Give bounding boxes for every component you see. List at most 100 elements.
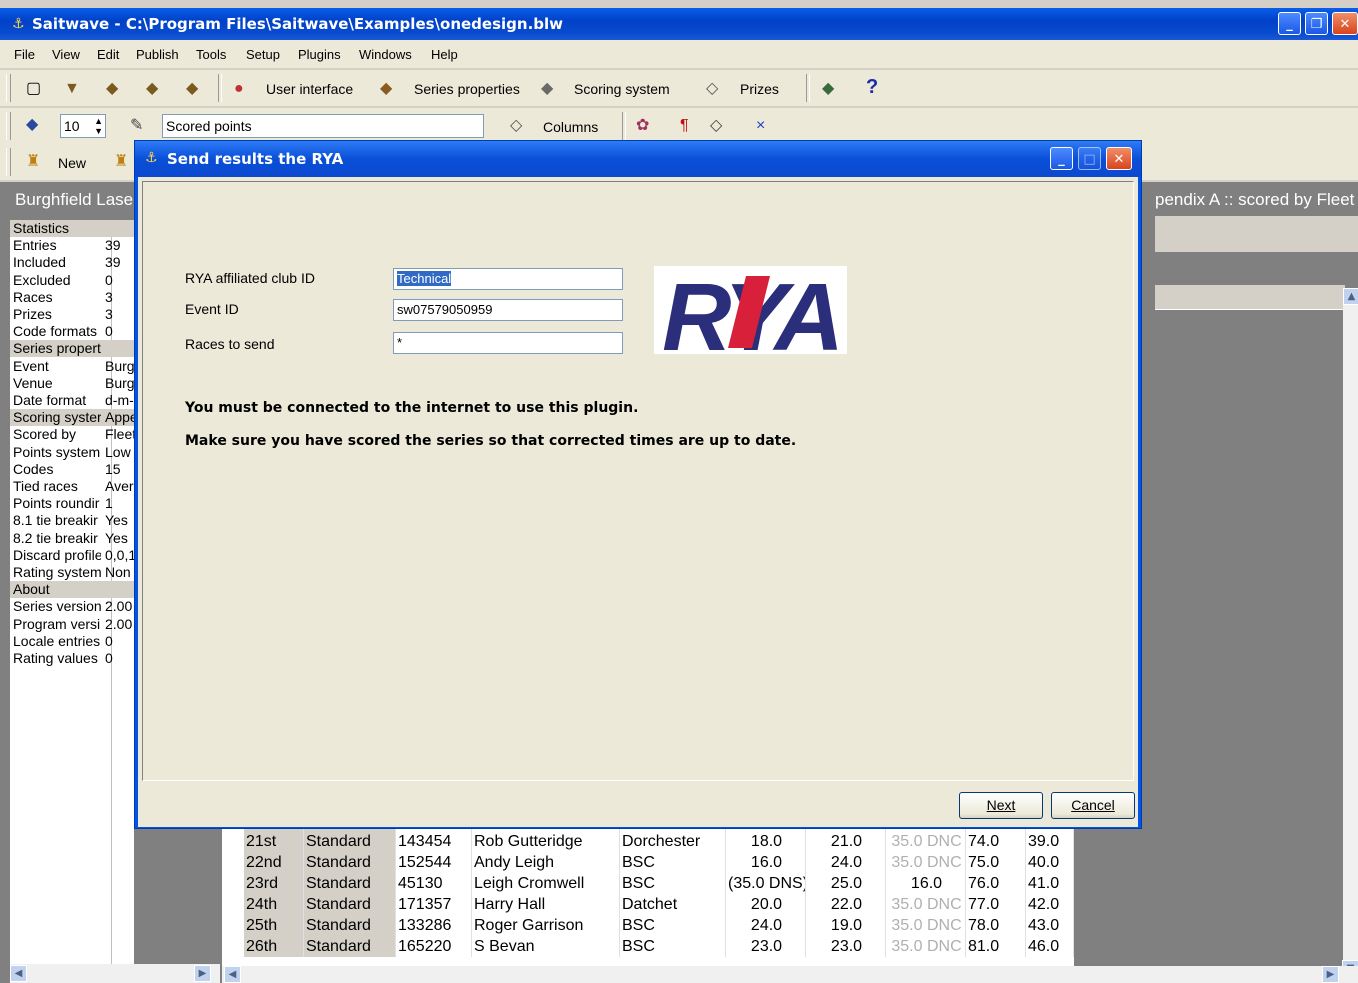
edit-icon[interactable]: ✎ bbox=[130, 116, 143, 136]
new-competitor-button[interactable]: New bbox=[58, 155, 86, 171]
stats-row[interactable]: Date format d-m- bbox=[10, 392, 134, 409]
menu-view[interactable]: View bbox=[52, 47, 80, 62]
competitor-icon[interactable]: ♜ bbox=[114, 152, 128, 172]
stats-row[interactable]: Discard profile 0,0,1 bbox=[10, 547, 134, 564]
series-properties-button[interactable]: Series properties bbox=[414, 81, 520, 97]
stats-group-header[interactable]: Scoring syster Appe bbox=[10, 409, 134, 427]
filter-icon[interactable]: ✿ bbox=[636, 116, 649, 136]
prizes-icon[interactable]: ◇ bbox=[706, 79, 718, 99]
table-row[interactable]: 22nd Standard 152544 Andy Leigh BSC 16.0 24.0 3… bbox=[222, 852, 1074, 873]
table-row[interactable]: 25th Standard 133286 Roger Garrison BSC 24.0 1… bbox=[222, 915, 1074, 936]
races-to-send-input[interactable]: * bbox=[393, 332, 623, 354]
user-interface-button[interactable]: User interface bbox=[266, 81, 353, 97]
prizes-button[interactable]: Prizes bbox=[740, 81, 779, 97]
stats-row[interactable]: Scored by Fleet bbox=[10, 426, 134, 443]
menu-windows[interactable]: Windows bbox=[359, 47, 412, 62]
menu-file[interactable]: File bbox=[14, 47, 35, 62]
stats-value: Burg bbox=[105, 357, 134, 374]
stats-row[interactable]: Venue Burg bbox=[10, 375, 134, 392]
results-vertical-scrollbar[interactable]: ▲ ▼ bbox=[1342, 288, 1358, 978]
user-interface-icon[interactable]: ● bbox=[234, 79, 244, 99]
table-row[interactable]: 21st Standard 143454 Rob Gutteridge Dorchest… bbox=[222, 831, 1074, 852]
menu-setup[interactable]: Setup bbox=[246, 47, 280, 62]
scoring-system-icon[interactable]: ◆ bbox=[541, 79, 553, 99]
series-properties-icon[interactable]: ◆ bbox=[380, 79, 392, 99]
cell-r2: 24.0 bbox=[806, 852, 886, 873]
scroll-left-icon[interactable]: ◀ bbox=[224, 966, 241, 983]
stats-row[interactable]: Points system Low bbox=[10, 444, 134, 461]
stats-row[interactable]: Races 3 bbox=[10, 289, 134, 306]
stats-row[interactable]: Prizes 3 bbox=[10, 306, 134, 323]
scoring-system-button[interactable]: Scoring system bbox=[574, 81, 670, 97]
display-combo[interactable]: Scored points bbox=[162, 114, 484, 138]
scroll-right-icon[interactable]: ▶ bbox=[1322, 966, 1339, 983]
help-icon[interactable]: ? bbox=[866, 77, 878, 97]
table-row[interactable]: 24th Standard 171357 Harry Hall Datchet 20.0 2… bbox=[222, 894, 1074, 915]
stats-row[interactable]: 8.2 tie breakir Yes bbox=[10, 530, 134, 547]
minimize-button[interactable]: _ bbox=[1278, 12, 1301, 35]
next-button[interactable]: Next bbox=[959, 792, 1043, 819]
stats-row[interactable]: Rating values 0 bbox=[10, 650, 134, 667]
dialog-titlebar[interactable]: ⚓ Send results the RYA _ □ ✕ bbox=[135, 141, 1141, 177]
new-series-icon[interactable]: ▢ bbox=[26, 79, 41, 99]
scroll-right-icon[interactable]: ▶ bbox=[194, 965, 211, 982]
scroll-up-icon[interactable]: ▲ bbox=[1343, 288, 1358, 305]
table-row[interactable]: 23rd Standard 45130 Leigh Cromwell BSC (35.0 … bbox=[222, 873, 1074, 894]
save-as-icon[interactable]: ◆ bbox=[146, 79, 158, 99]
stats-row[interactable]: Excluded 0 bbox=[10, 272, 134, 289]
toolbar-grip[interactable] bbox=[6, 148, 11, 176]
table-row[interactable]: 26th Standard 165220 S Bevan BSC 23.0 23.0 35.0… bbox=[222, 936, 1074, 957]
columns-button[interactable]: Columns bbox=[543, 119, 598, 135]
window-titlebar[interactable]: ⚓ Saitwave - C:\Program Files\Saitwave\E… bbox=[0, 8, 1358, 40]
stats-row[interactable]: Codes 15 bbox=[10, 461, 134, 478]
club-id-input[interactable]: Technical bbox=[393, 268, 623, 290]
scroll-left-icon[interactable]: ◀ bbox=[10, 965, 27, 982]
close-button[interactable]: ✕ bbox=[1332, 12, 1358, 35]
spinner-arrows-icon[interactable]: ▲ ▼ bbox=[94, 116, 103, 136]
clear-icon[interactable]: × bbox=[756, 116, 765, 136]
menu-help[interactable]: Help bbox=[431, 47, 458, 62]
toolbar-grip[interactable] bbox=[6, 112, 11, 140]
menu-edit[interactable]: Edit bbox=[97, 47, 119, 62]
event-id-input[interactable]: sw07579050959 bbox=[393, 299, 623, 321]
stats-row[interactable]: Points roundir 1 bbox=[10, 495, 134, 512]
menu-publish[interactable]: Publish bbox=[136, 47, 179, 62]
toolbar-grip[interactable] bbox=[6, 74, 11, 102]
restore-button[interactable]: ❐ bbox=[1305, 12, 1328, 35]
rows-spinner[interactable]: 10 ▲ ▼ bbox=[60, 114, 106, 138]
stats-group-header[interactable]: About bbox=[10, 581, 134, 599]
stats-row[interactable]: Rating system Non bbox=[10, 564, 134, 581]
menu-plugins[interactable]: Plugins bbox=[298, 47, 341, 62]
stats-row[interactable]: Tied races Aver bbox=[10, 478, 134, 495]
cell-total: 77.0 bbox=[966, 894, 1026, 915]
stats-horizontal-scrollbar[interactable]: ◀ ▶ bbox=[10, 964, 220, 983]
erase-icon[interactable]: ◇ bbox=[710, 116, 722, 136]
stats-key: About bbox=[13, 581, 50, 598]
stats-row[interactable]: Entries 39 bbox=[10, 237, 134, 254]
results-horizontal-scrollbar[interactable]: ◀ ▶ bbox=[222, 966, 1358, 983]
columns-icon[interactable]: ◇ bbox=[510, 116, 522, 136]
stats-row[interactable]: Series version 2.00 bbox=[10, 598, 134, 615]
menu-tools[interactable]: Tools bbox=[196, 47, 226, 62]
stats-row[interactable]: Program versi 2.00 bbox=[10, 616, 134, 633]
cell-total: 74.0 bbox=[966, 831, 1026, 852]
race-icon[interactable]: ◆ bbox=[26, 115, 38, 135]
save-icon[interactable]: ◆ bbox=[106, 79, 118, 99]
stats-row[interactable]: 8.1 tie breakir Yes bbox=[10, 512, 134, 529]
dialog-close-button[interactable]: ✕ bbox=[1106, 147, 1132, 170]
new-competitor-icon[interactable]: ♜ bbox=[26, 152, 40, 172]
cell-r3: 35.0 DNC bbox=[886, 915, 966, 936]
stats-group-header[interactable]: Statistics bbox=[10, 220, 134, 237]
dialog-minimize-button[interactable]: _ bbox=[1050, 147, 1073, 170]
stats-row[interactable]: Code formats 0 bbox=[10, 323, 134, 340]
stats-row[interactable]: Locale entries 0 bbox=[10, 633, 134, 650]
paragraph-icon[interactable]: ¶ bbox=[680, 116, 689, 136]
web-publish-icon[interactable]: ◆ bbox=[822, 79, 834, 99]
cancel-button[interactable]: Cancel bbox=[1051, 792, 1135, 819]
stats-row[interactable]: Included 39 bbox=[10, 254, 134, 271]
stats-value: 0 bbox=[105, 271, 113, 288]
stats-row[interactable]: Event Burg bbox=[10, 358, 134, 375]
stats-group-header[interactable]: Series propert bbox=[10, 340, 134, 358]
open-icon[interactable]: ▼ bbox=[64, 79, 80, 99]
print-icon[interactable]: ◆ bbox=[186, 79, 198, 99]
